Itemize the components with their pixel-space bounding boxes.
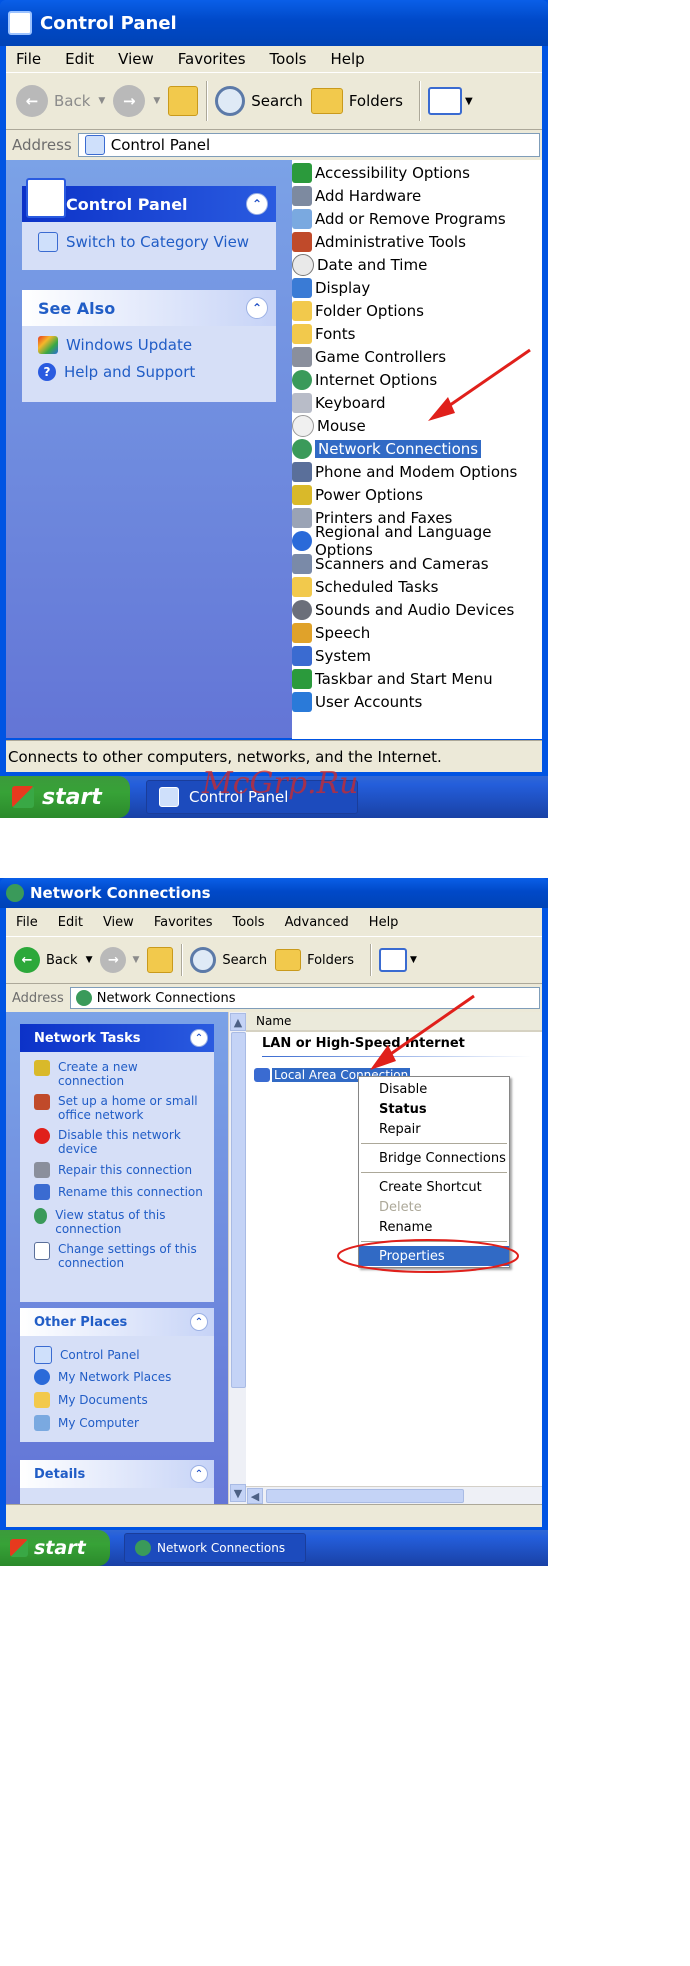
control-panel-window: Control Panel File Edit View Favorites T…	[0, 0, 548, 818]
annotation-arrow	[428, 348, 531, 421]
annotation-overlay	[337, 994, 519, 1273]
network-connections-window: Network Connections File Edit View Favor…	[0, 878, 548, 1566]
